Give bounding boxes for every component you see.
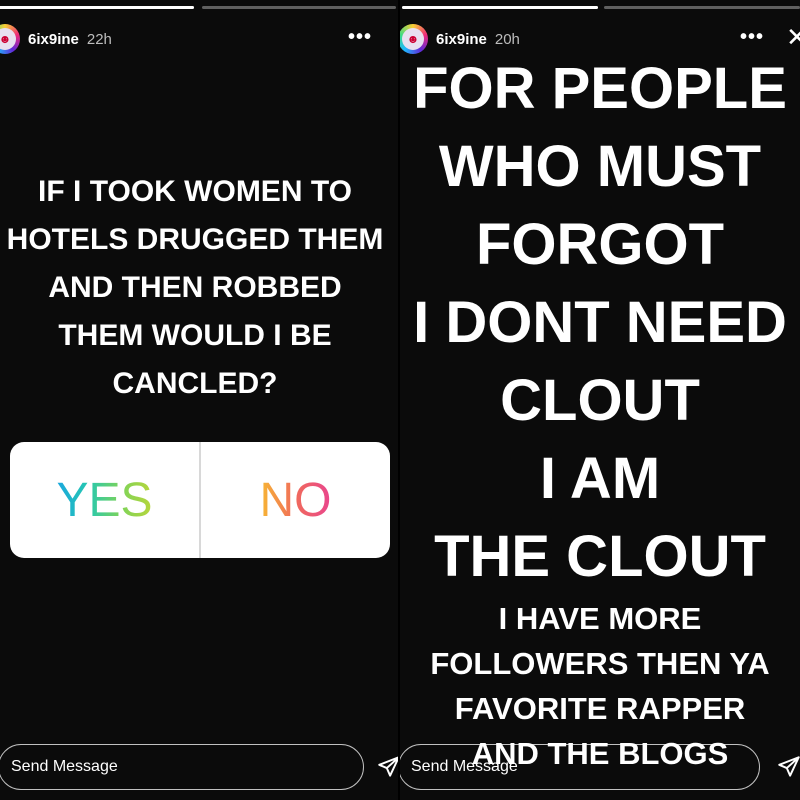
question-line: IF I TOOK WOMEN TO bbox=[38, 175, 352, 208]
text-line: THE CLOUT bbox=[434, 524, 766, 589]
right-story: ☻ 6ix9ine 20h ••• ✕ FOR PEOPLE WHO MUST … bbox=[400, 0, 800, 800]
story-text-large: FOR PEOPLE WHO MUST FORGOT I DONT NEED C… bbox=[400, 50, 800, 596]
text-line: I HAVE MORE bbox=[498, 601, 702, 636]
poll-no-button[interactable]: NO bbox=[201, 442, 390, 558]
more-options-icon[interactable]: ••• bbox=[348, 26, 372, 49]
send-icon[interactable] bbox=[776, 754, 800, 780]
text-line: FOR PEOPLE bbox=[413, 56, 787, 121]
story-header: ☻ 6ix9ine 22h bbox=[0, 24, 112, 54]
text-line: FOLLOWERS THEN YA bbox=[430, 646, 770, 681]
username[interactable]: 6ix9ine bbox=[436, 31, 487, 48]
close-icon[interactable]: ✕ bbox=[786, 22, 800, 53]
text-line: I AM bbox=[539, 446, 661, 511]
text-line: FAVORITE RAPPER bbox=[454, 691, 746, 726]
poll-yes-button[interactable]: YES bbox=[10, 442, 199, 558]
send-icon[interactable] bbox=[376, 754, 398, 780]
text-line: FORGOT bbox=[475, 212, 725, 277]
text-line: CLOUT bbox=[500, 368, 700, 433]
poll-no-label: NO bbox=[259, 473, 332, 527]
question-line: AND THEN ROBBED bbox=[48, 271, 342, 304]
story-progress-bar bbox=[202, 6, 396, 9]
avatar-icon[interactable]: ☻ bbox=[0, 24, 20, 54]
more-options-icon[interactable]: ••• bbox=[740, 26, 764, 49]
username[interactable]: 6ix9ine bbox=[28, 31, 79, 48]
send-message-input[interactable]: Send Message bbox=[400, 744, 760, 790]
left-story: ☻ 6ix9ine 22h ••• IF I TOOK WOMEN TO HOT… bbox=[0, 0, 398, 800]
send-message-input[interactable]: Send Message bbox=[0, 744, 364, 790]
poll-yes-label: YES bbox=[56, 473, 153, 527]
question-line: CANCLED? bbox=[112, 367, 278, 400]
poll-sticker: YES NO bbox=[10, 442, 390, 558]
story-progress-bar bbox=[0, 6, 194, 9]
question-line: THEM WOULD I BE bbox=[58, 319, 332, 352]
send-message-placeholder: Send Message bbox=[411, 758, 518, 775]
timestamp: 20h bbox=[494, 30, 520, 48]
timestamp: 22h bbox=[86, 30, 112, 48]
question-line: HOTELS DRUGGED THEM bbox=[6, 223, 384, 256]
text-line: I DONT NEED bbox=[413, 290, 787, 355]
send-message-placeholder: Send Message bbox=[11, 758, 118, 775]
poll-question: IF I TOOK WOMEN TO HOTELS DRUGGED THEM A… bbox=[0, 168, 398, 408]
story-progress-bar bbox=[604, 6, 800, 9]
story-progress-bar bbox=[402, 6, 598, 9]
text-line: WHO MUST bbox=[438, 134, 762, 199]
